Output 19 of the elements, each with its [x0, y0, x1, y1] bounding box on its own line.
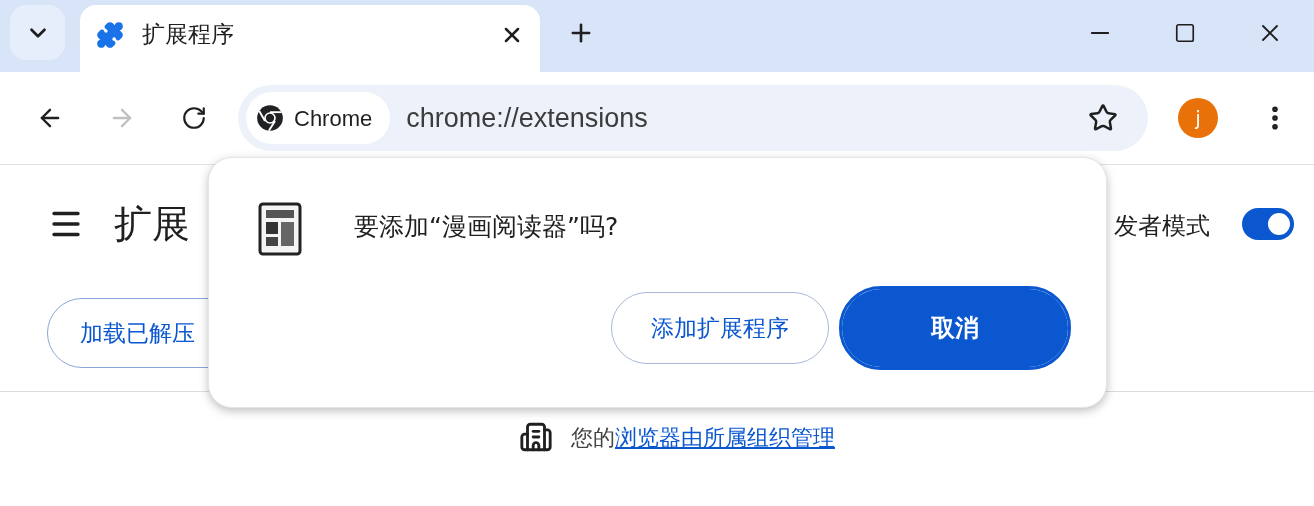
chip-label: Chrome — [294, 104, 373, 133]
browser-tab[interactable]: 扩展程序 — [80, 5, 540, 72]
puzzle-icon — [96, 20, 124, 49]
developer-mode-label: 发者模式 — [1114, 211, 1210, 242]
page-title: 扩展 — [114, 201, 190, 248]
reload-icon — [181, 105, 207, 131]
url-text: chrome://extensions — [406, 101, 649, 135]
site-chip[interactable]: Chrome — [246, 92, 391, 144]
cancel-button[interactable]: 取消 — [839, 286, 1071, 370]
chrome-logo-icon — [256, 104, 284, 132]
maximize-icon[interactable] — [1174, 22, 1196, 44]
developer-mode-toggle[interactable] — [1242, 208, 1294, 240]
dialog-question: 要添加“漫画阅读器”吗? — [354, 211, 619, 243]
managed-notice: 您的浏览器由所属组织管理 — [571, 423, 835, 452]
address-bar[interactable]: Chrome chrome://extensions — [238, 85, 1148, 151]
star-icon[interactable] — [1088, 103, 1118, 133]
managed-link[interactable]: 浏览器由所属组织管理 — [615, 424, 835, 450]
tab-title: 扩展程序 — [142, 20, 235, 50]
building-icon — [519, 420, 553, 454]
